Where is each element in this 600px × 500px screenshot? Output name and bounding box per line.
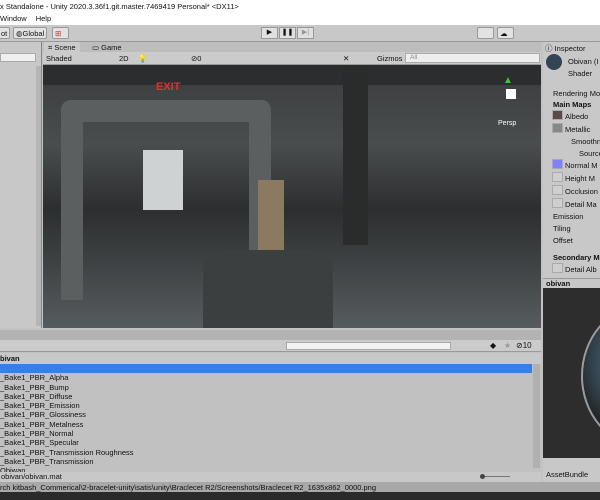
tab-inspector[interactable]: ⓘ Inspector [545,43,585,54]
pause-button[interactable]: ❚❚ [279,27,296,39]
project-toolbar: ◆ ★ ⊘10 [0,340,541,352]
height-label: Height M [565,174,596,183]
favorite-icon[interactable]: ★ [504,341,511,350]
project-header [0,330,541,340]
rendering-mode-label: Rendering Mod [553,89,600,98]
detail-albedo-swatch[interactable] [552,263,563,273]
detail-albedo-label: Detail Alb [565,265,597,274]
gizmos-dropdown[interactable]: Gizmos [377,54,402,63]
asset-list: _Bake1_PBR_Alpha _Bake1_PBR_Bump _Bake1_… [0,364,532,475]
selected-path: obivan/obivan.mat [0,472,541,482]
material-name: Obivan (I [568,57,599,66]
2d-toggle[interactable]: 2D [119,54,129,63]
inspector-panel: ⓘ Inspector Obivan (I Shader Rendering M… [543,42,600,278]
hidden-packages-count[interactable]: ⊘10 [516,341,532,350]
metallic-swatch[interactable] [552,123,563,133]
exit-sign: EXIT [156,81,181,93]
scene-toolbar: Shaded 2D 💡 ⊘0 ✕ Gizmos All [43,52,541,65]
occlusion-swatch[interactable] [552,185,563,195]
ceiling [43,65,541,85]
hierarchy-scrollbar[interactable] [36,66,41,326]
scene-tabs: ⌗ Scene ▭ Game [43,42,541,52]
persp-label[interactable]: Persp [498,120,516,127]
global-button[interactable]: ◍Global [13,27,48,39]
scene-view[interactable]: EXIT ▲ Persp [43,65,541,328]
snap-icon[interactable]: ⊞ [52,27,69,39]
source-label: Source [579,149,600,158]
collab-button[interactable] [477,27,494,39]
light-icon[interactable]: 💡 [138,54,147,63]
list-item[interactable]: _Bake1_PBR_Transmission [0,457,532,466]
preview-sphere [581,306,600,446]
list-item[interactable]: _Bake1_PBR_Emission [0,401,532,410]
material-preview[interactable] [543,288,600,458]
scene-search-input[interactable]: All [405,53,540,63]
tab-game[interactable]: ▭ Game [88,42,126,52]
shading-dropdown[interactable]: Shaded [46,54,72,63]
list-item[interactable]: _Bake1_PBR_Transmission Roughness [0,448,532,457]
detail-mask-label: Detail Ma [565,200,597,209]
taskbar [0,492,600,500]
preview-header[interactable]: obivan [543,278,600,288]
tab-scene[interactable]: ⌗ Scene [44,42,80,52]
cloud-icon[interactable]: ☁ [497,27,514,39]
tools-icon[interactable]: ✕ [343,54,349,63]
list-item[interactable]: _Bake1_PBR_Diffuse [0,392,532,401]
smoothness-label: Smoothn [571,137,600,146]
normal-label: Normal M [565,161,598,170]
list-item[interactable]: _Bake1_PBR_Specular [0,438,532,447]
detail-mask-swatch[interactable] [552,198,563,208]
pedestal [203,250,333,328]
albedo-label: Albedo [565,112,589,121]
pivot-button[interactable]: ot [0,27,11,39]
gizmo-center[interactable] [506,89,516,99]
list-item[interactable]: _Bake1_PBR_Glossiness [0,410,532,419]
list-scrollbar[interactable] [533,364,540,468]
list-item[interactable]: _Bake1_PBR_Bump [0,383,532,392]
window-title: x Standalone - Unity 2020.3.36f1.git.mas… [0,0,600,12]
material-thumbnail [546,54,562,70]
status-bar: rch kitbash_Commerical\2-bracelet-unity\… [0,482,600,492]
play-button[interactable]: ▶ [261,27,278,39]
hierarchy-panel [0,42,42,328]
list-item[interactable] [0,364,532,374]
normal-swatch[interactable] [552,159,563,169]
main-toolbar: ot ◍Global ⊞ ▶ ❚❚ ▶| ☁ [0,25,600,42]
albedo-swatch[interactable] [552,110,563,120]
list-item[interactable]: _Bake1_PBR_Metalness [0,420,532,429]
label-icon[interactable]: ◆ [490,341,496,350]
project-panel: ◆ ★ ⊘10 bivan _Bake1_PBR_Alpha _Bake1_PB… [0,330,541,475]
breadcrumb[interactable]: bivan [0,353,541,364]
metallic-label: Metallic [565,125,591,134]
pillar-device [258,180,284,260]
occlusion-label: Occlusion [565,187,598,196]
project-search-input[interactable] [286,342,451,350]
secondary-maps-header: Secondary Ma [553,253,600,262]
zoom-slider-handle[interactable] [480,474,485,479]
step-button[interactable]: ▶| [297,27,314,39]
shader-label: Shader [568,69,593,78]
menu-help[interactable]: Help [36,14,51,23]
pillar [343,65,368,245]
height-swatch[interactable] [552,172,563,182]
list-item[interactable]: _Bake1_PBR_Normal [0,429,532,438]
menu-bar: Window Help [0,12,600,25]
tiling-label: Tiling [553,224,571,233]
emission-label: Emission [553,212,584,221]
offset-label: Offset [553,236,573,245]
hierarchy-search[interactable] [0,53,36,62]
list-item[interactable]: _Bake1_PBR_Alpha [0,373,532,382]
hidden-objects-count[interactable]: ⊘0 [191,54,201,63]
corridor-light [143,150,183,210]
main-maps-header: Main Maps [553,100,592,109]
assetbundle-label: AssetBundle [543,458,600,482]
menu-window[interactable]: Window [0,14,27,23]
scene-gizmo[interactable]: ▲ [503,75,515,87]
